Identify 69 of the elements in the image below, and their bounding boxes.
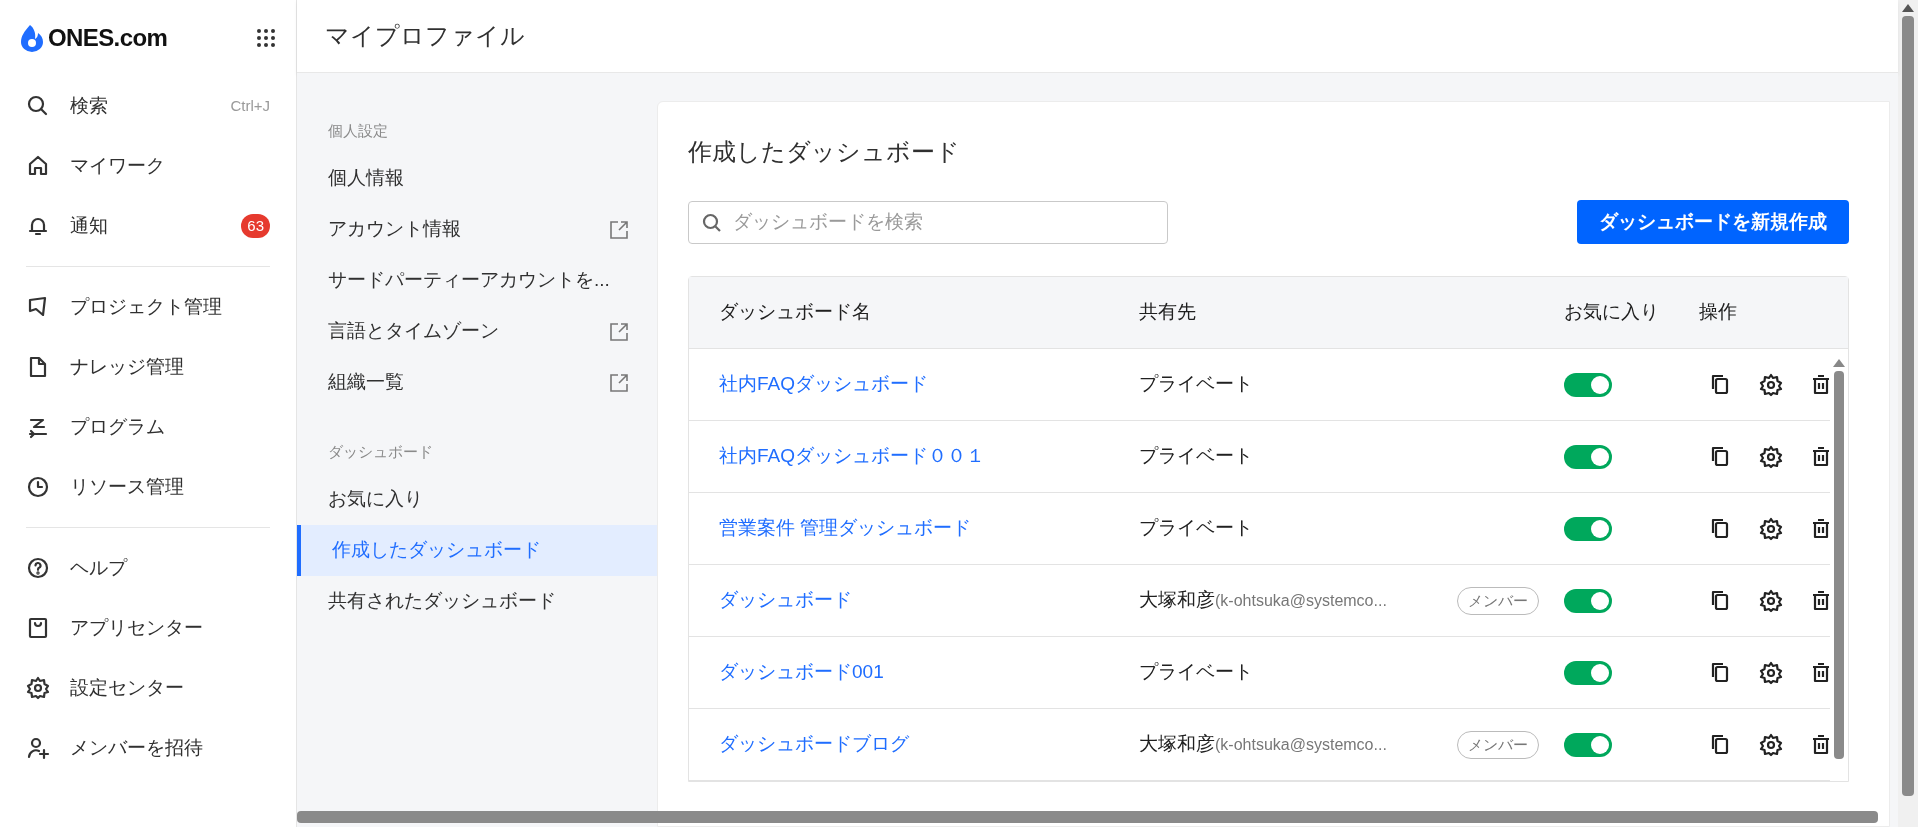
nav-heading: 個人設定 [327,120,389,141]
shared-with: プライベート [1139,372,1253,397]
settings-icon[interactable] [1759,444,1783,469]
settings-icon[interactable] [1759,588,1783,613]
sidebar-item[interactable]: ナレッジ管理 [0,337,296,397]
user-plus-icon [26,736,50,760]
favorite-toggle[interactable] [1564,732,1612,757]
app-grid-icon[interactable] [256,28,276,48]
shared-with: 大塚和彦(k-ohtsuka@systemco... [1139,732,1387,757]
nav-item[interactable]: 共有されたダッシュボード [297,576,657,627]
shared-with: プライベート [1139,660,1253,685]
sidebar-item[interactable]: 設定センター [0,658,296,718]
favorite-toggle[interactable] [1564,372,1612,397]
dashboard-link[interactable]: 営業案件 管理ダッシュボード [689,514,1139,543]
shortcut-hint: Ctrl+J [230,95,270,116]
shared-with: プライベート [1139,444,1253,469]
column-header: 操作 [1699,300,1738,325]
column-header: 共有先 [1139,300,1197,325]
notification-count: 63 [241,214,270,238]
create-dashboard-button[interactable]: ダッシュボードを新規作成 [1577,200,1849,244]
settings-icon [26,676,50,700]
panel-title: 作成したダッシュボード [688,137,961,167]
logo-text[interactable]: ONES.com [48,20,168,56]
dashboard-link[interactable]: 社内FAQダッシュボード００１ [689,442,1139,471]
dashboard-link[interactable]: ダッシュボードブログ [689,730,1139,759]
page-title: マイプロファイル [325,21,525,51]
page-scrollbar[interactable] [1898,0,1918,827]
search-field[interactable]: ダッシュボードを検索 [688,200,1168,244]
sidebar-item[interactable]: メンバーを招待 [0,718,296,778]
nav-item[interactable]: アカウント情報 [297,204,657,255]
sidebar-item[interactable]: マイワーク [0,136,296,196]
sidebar-item[interactable]: 通知 63 [0,196,296,256]
settings-icon[interactable] [1759,660,1783,685]
search-icon [26,94,50,118]
favorite-toggle[interactable] [1564,588,1612,613]
bag-icon [26,616,50,640]
favorite-toggle[interactable] [1564,660,1612,685]
nav-heading: ダッシュボード [327,441,434,462]
nav-item[interactable]: お気に入り [297,474,657,525]
column-header: ダッシュボード名 [718,300,872,325]
dashboard-link[interactable]: 社内FAQダッシュボード [689,370,1139,399]
settings-icon[interactable] [1759,516,1783,541]
flame-logo-icon [20,24,44,52]
search-icon [702,212,722,233]
dashboard-link[interactable]: ダッシュボード [689,586,1139,615]
nav-item[interactable]: 作成したダッシュボード [297,525,657,576]
nav-item[interactable]: 個人情報 [297,153,657,204]
dashboard-link[interactable]: ダッシュボード001 [689,658,1139,687]
column-header: お気に入り [1564,300,1660,325]
nav-item[interactable]: サードパーティーアカウントを... [297,255,657,306]
favorite-toggle[interactable] [1564,516,1612,541]
settings-icon[interactable] [1759,732,1783,757]
favorite-toggle[interactable] [1564,444,1612,469]
sidebar-item[interactable]: 検索 Ctrl+J [0,76,296,136]
horizontal-scrollbar[interactable] [297,811,1878,823]
sidebar-item[interactable]: プログラム [0,397,296,457]
shared-with: 大塚和彦(k-ohtsuka@systemco... [1139,588,1387,613]
sidebar-item[interactable]: アプリセンター [0,598,296,658]
shared-with: プライベート [1139,516,1253,541]
nav-item[interactable]: 言語とタイムゾーン [297,306,657,357]
nav-item[interactable]: 組織一覧 [297,357,657,408]
table-scrollbar[interactable] [1834,359,1844,759]
home-icon [26,154,50,178]
clock-icon [26,475,50,499]
help-icon [26,556,50,580]
sidebar-item[interactable]: ヘルプ [0,538,296,598]
sidebar-item[interactable]: プロジェクト管理 [0,277,296,337]
sidebar-item[interactable]: リソース管理 [0,457,296,517]
settings-icon[interactable] [1759,372,1783,397]
